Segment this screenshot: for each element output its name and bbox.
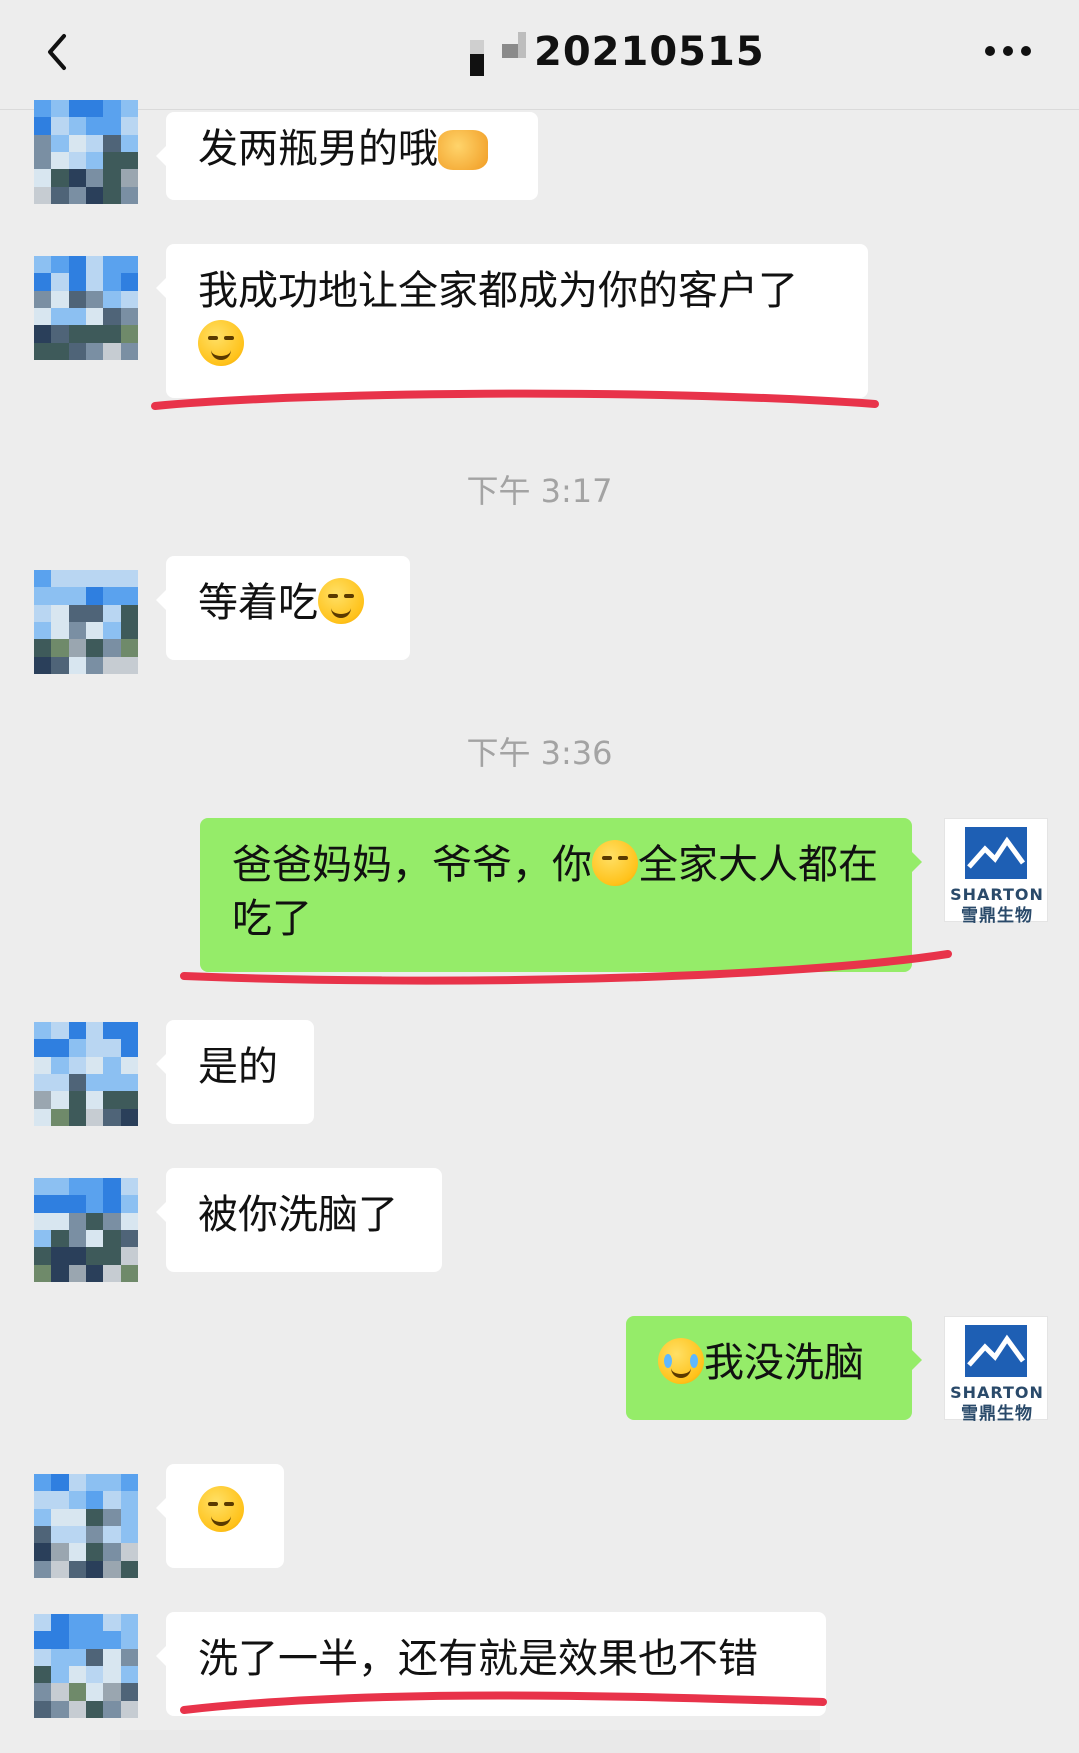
message-text: 我没洗脑 [704,1340,864,1386]
message-text: 我成功地让全家都成为你的客户了 [198,268,798,314]
message-text: 等着吃 [198,580,318,626]
mountain-logo-icon [965,827,1027,879]
contact-avatar[interactable] [34,570,138,674]
mountain-logo-icon [965,1325,1027,1377]
message-bubble-outgoing[interactable]: 我没洗脑 [626,1316,922,1420]
red-underline-mark [180,950,952,985]
message-bubble-incoming[interactable]: 是的 [156,1020,314,1124]
bottom-divider [120,1730,820,1753]
brand-avatar[interactable]: SHARTON 雪鼎生物 [944,818,1048,926]
message-text: 发两瓶男的哦 [198,126,438,172]
message-text: 是的 [198,1044,278,1090]
hand-over-mouth-emoji [592,840,638,886]
chat-header: 20210515 [0,0,1079,110]
red-underline-mark [151,389,879,410]
message-bubble-incoming[interactable]: 等着吃 [156,556,410,660]
chat-title: 20210515 [534,29,765,75]
message-text: 爸爸妈妈，爷爷，你 [232,842,592,888]
contact-avatar[interactable] [34,1178,138,1282]
shush-emoji [318,578,364,624]
message-bubble-incoming[interactable] [156,1464,284,1568]
contact-avatar[interactable] [34,1022,138,1126]
handshake-emoji [438,130,488,170]
chat-title-wrap: 20210515 [468,22,765,82]
message-text: 洗了一半，还有就是效果也不错 [198,1636,758,1682]
crying-emoji [658,1338,704,1384]
contact-avatar[interactable] [34,1474,138,1578]
red-underline-mark [180,1691,827,1714]
grinning-emoji [198,1486,244,1532]
message-bubble-incoming[interactable]: 我成功地让全家都成为你的客户了 [156,244,868,398]
blurred-name-icon [470,32,526,76]
brand-avatar[interactable]: SHARTON 雪鼎生物 [944,1316,1048,1424]
message-text: 被你洗脑了 [198,1192,398,1238]
contact-avatar[interactable] [34,256,138,360]
brand-name-cn: 雪鼎生物 [961,906,1033,926]
chevron-left-icon[interactable] [40,30,80,74]
ellipsis-icon[interactable] [984,44,1032,58]
brand-name-cn: 雪鼎生物 [961,1404,1033,1424]
contact-avatar[interactable] [34,100,138,204]
message-bubble-incoming[interactable]: 被你洗脑了 [156,1168,442,1272]
timestamp: 下午 3:17 [466,472,613,510]
message-bubble-incoming[interactable]: 发两瓶男的哦 [156,112,538,200]
contact-avatar[interactable] [34,1614,138,1718]
timestamp: 下午 3:36 [466,734,613,772]
shush-emoji [198,320,244,366]
